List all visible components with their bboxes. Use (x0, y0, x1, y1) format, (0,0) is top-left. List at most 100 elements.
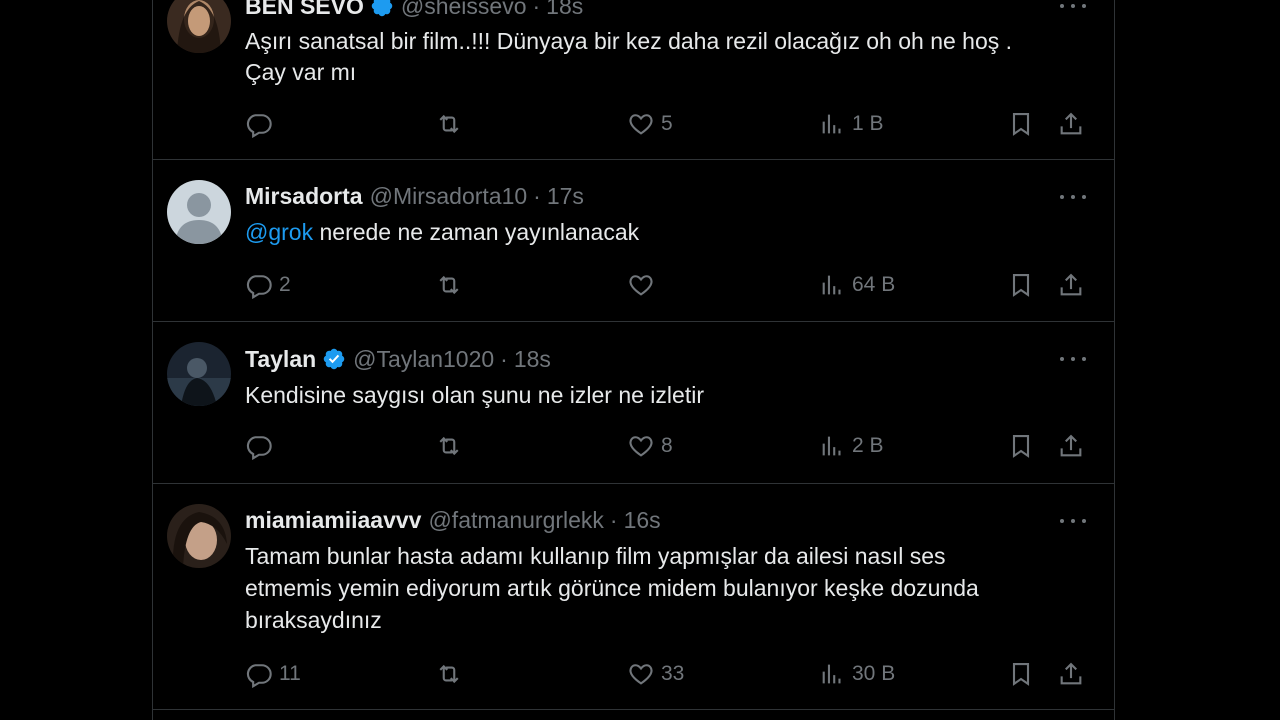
tweet-header: miamiamiiaavvv @fatmanurgrlekk · 16s (245, 506, 661, 534)
avatar[interactable] (167, 0, 231, 53)
reply-icon (246, 436, 272, 460)
tweet-actions: 5 1 B (153, 108, 1114, 140)
display-name[interactable]: miamiamiiaavvv (245, 507, 421, 534)
tweet-actions: 8 2 B (153, 430, 1114, 462)
like-count: 5 (661, 112, 673, 135)
separator-dot: · (533, 182, 541, 209)
tweet[interactable]: Mirsadorta @Mirsadorta10 · 17s @grok ner… (153, 160, 1114, 322)
share-icon (1060, 434, 1082, 457)
handle[interactable]: @sheissevo (401, 0, 527, 20)
like-button[interactable]: 5 (627, 108, 673, 140)
timestamp[interactable]: 17s (547, 183, 584, 210)
handle[interactable]: @fatmanurgrlekk (428, 507, 603, 534)
share-button[interactable] (1057, 108, 1085, 140)
retweet-icon (439, 114, 459, 134)
avatar[interactable] (167, 342, 231, 406)
timeline-column: BEN SEVO @sheissevo · 18s Aşırı sanatsal… (152, 0, 1115, 720)
share-button[interactable] (1057, 269, 1085, 301)
tweet-actions: 2 64 B (153, 269, 1114, 301)
like-button[interactable] (627, 269, 661, 301)
tweet-text: @grok nerede ne zaman yayınlanacak (245, 217, 1065, 248)
views-button[interactable]: 64 B (818, 269, 895, 301)
bookmark-icon (1012, 435, 1030, 458)
tweet-header: Taylan @Taylan1020 · 18s (245, 345, 551, 373)
tweet-actions: 11 33 30 B (153, 658, 1114, 690)
tweet-text: Aşırı sanatsal bir film..!!! Dünyaya bir… (245, 28, 1013, 85)
views-icon (822, 436, 841, 456)
handle[interactable]: @Mirsadorta10 (370, 183, 528, 210)
tweet-text: Tamam bunlar hasta adamı kullanıp film y… (245, 543, 979, 633)
retweet-icon (439, 664, 459, 684)
timestamp[interactable]: 18s (514, 346, 551, 373)
share-icon (1060, 662, 1082, 685)
display-name[interactable]: Taylan (245, 346, 316, 373)
views-button[interactable]: 30 B (818, 658, 895, 690)
views-count: 30 B (852, 662, 896, 685)
display-name[interactable]: Mirsadorta (245, 183, 363, 210)
timestamp[interactable]: 18s (546, 0, 583, 20)
reply-icon (246, 114, 272, 138)
avatar[interactable] (167, 504, 231, 568)
retweet-button[interactable] (435, 430, 469, 462)
reply-count: 11 (279, 662, 301, 685)
retweet-button[interactable] (435, 269, 469, 301)
bookmark-button[interactable] (1007, 269, 1035, 301)
tweet[interactable]: miamiamiiaavvv @fatmanurgrlekk · 16s Tam… (153, 484, 1114, 710)
views-count: 2 B (852, 434, 884, 457)
verified-icon[interactable] (370, 0, 394, 18)
retweet-button[interactable] (435, 658, 469, 690)
bookmark-icon (1012, 274, 1030, 297)
bookmark-button[interactable] (1007, 430, 1035, 462)
like-icon (629, 664, 653, 685)
separator-dot: · (609, 506, 618, 533)
views-icon (822, 114, 841, 134)
more-icon[interactable] (1060, 514, 1086, 528)
separator-dot: · (532, 0, 541, 19)
retweet-icon (439, 275, 459, 295)
like-icon (629, 436, 653, 457)
reply-count: 2 (279, 273, 291, 296)
reply-button[interactable]: 2 (245, 269, 291, 301)
mention-link[interactable]: @grok (245, 219, 313, 245)
verified-icon[interactable] (322, 347, 346, 371)
like-button[interactable]: 33 (627, 658, 684, 690)
like-count: 33 (661, 662, 685, 685)
views-button[interactable]: 2 B (818, 430, 884, 462)
retweet-button[interactable] (435, 108, 469, 140)
bookmark-icon (1012, 663, 1030, 686)
reply-button[interactable]: 11 (245, 658, 301, 690)
handle[interactable]: @Taylan1020 (353, 346, 494, 373)
views-count: 1 B (852, 112, 884, 135)
like-count: 8 (661, 434, 673, 457)
tweet-text-body: nerede ne zaman yayınlanacak (313, 219, 640, 245)
share-icon (1060, 112, 1082, 135)
tweet[interactable]: BEN SEVO @sheissevo · 18s Aşırı sanatsal… (153, 0, 1114, 160)
like-button[interactable]: 8 (627, 430, 673, 462)
separator-dot: · (500, 345, 508, 372)
like-icon (629, 114, 653, 135)
reply-icon (246, 664, 272, 688)
views-icon (822, 275, 841, 295)
tweet-header: Mirsadorta @Mirsadorta10 · 17s (245, 182, 584, 210)
tweet[interactable]: Taylan @Taylan1020 · 18s Kendisine saygı… (153, 322, 1114, 484)
reply-button[interactable] (245, 108, 279, 140)
like-icon (629, 275, 653, 296)
reply-button[interactable] (245, 430, 279, 462)
more-icon[interactable] (1060, 0, 1086, 13)
avatar[interactable] (167, 180, 231, 244)
share-button[interactable] (1057, 658, 1085, 690)
views-count: 64 B (852, 273, 896, 296)
share-icon (1060, 273, 1082, 296)
views-button[interactable]: 1 B (818, 108, 884, 140)
reply-icon (246, 275, 272, 299)
share-button[interactable] (1057, 430, 1085, 462)
views-icon (822, 664, 841, 684)
more-icon[interactable] (1060, 190, 1086, 204)
retweet-icon (439, 436, 459, 456)
timestamp[interactable]: 16s (624, 507, 661, 534)
bookmark-button[interactable] (1007, 658, 1035, 690)
tweet-header: BEN SEVO @sheissevo · 18s (245, 0, 583, 20)
more-icon[interactable] (1060, 352, 1086, 366)
bookmark-button[interactable] (1007, 108, 1035, 140)
display-name[interactable]: BEN SEVO (245, 0, 364, 20)
